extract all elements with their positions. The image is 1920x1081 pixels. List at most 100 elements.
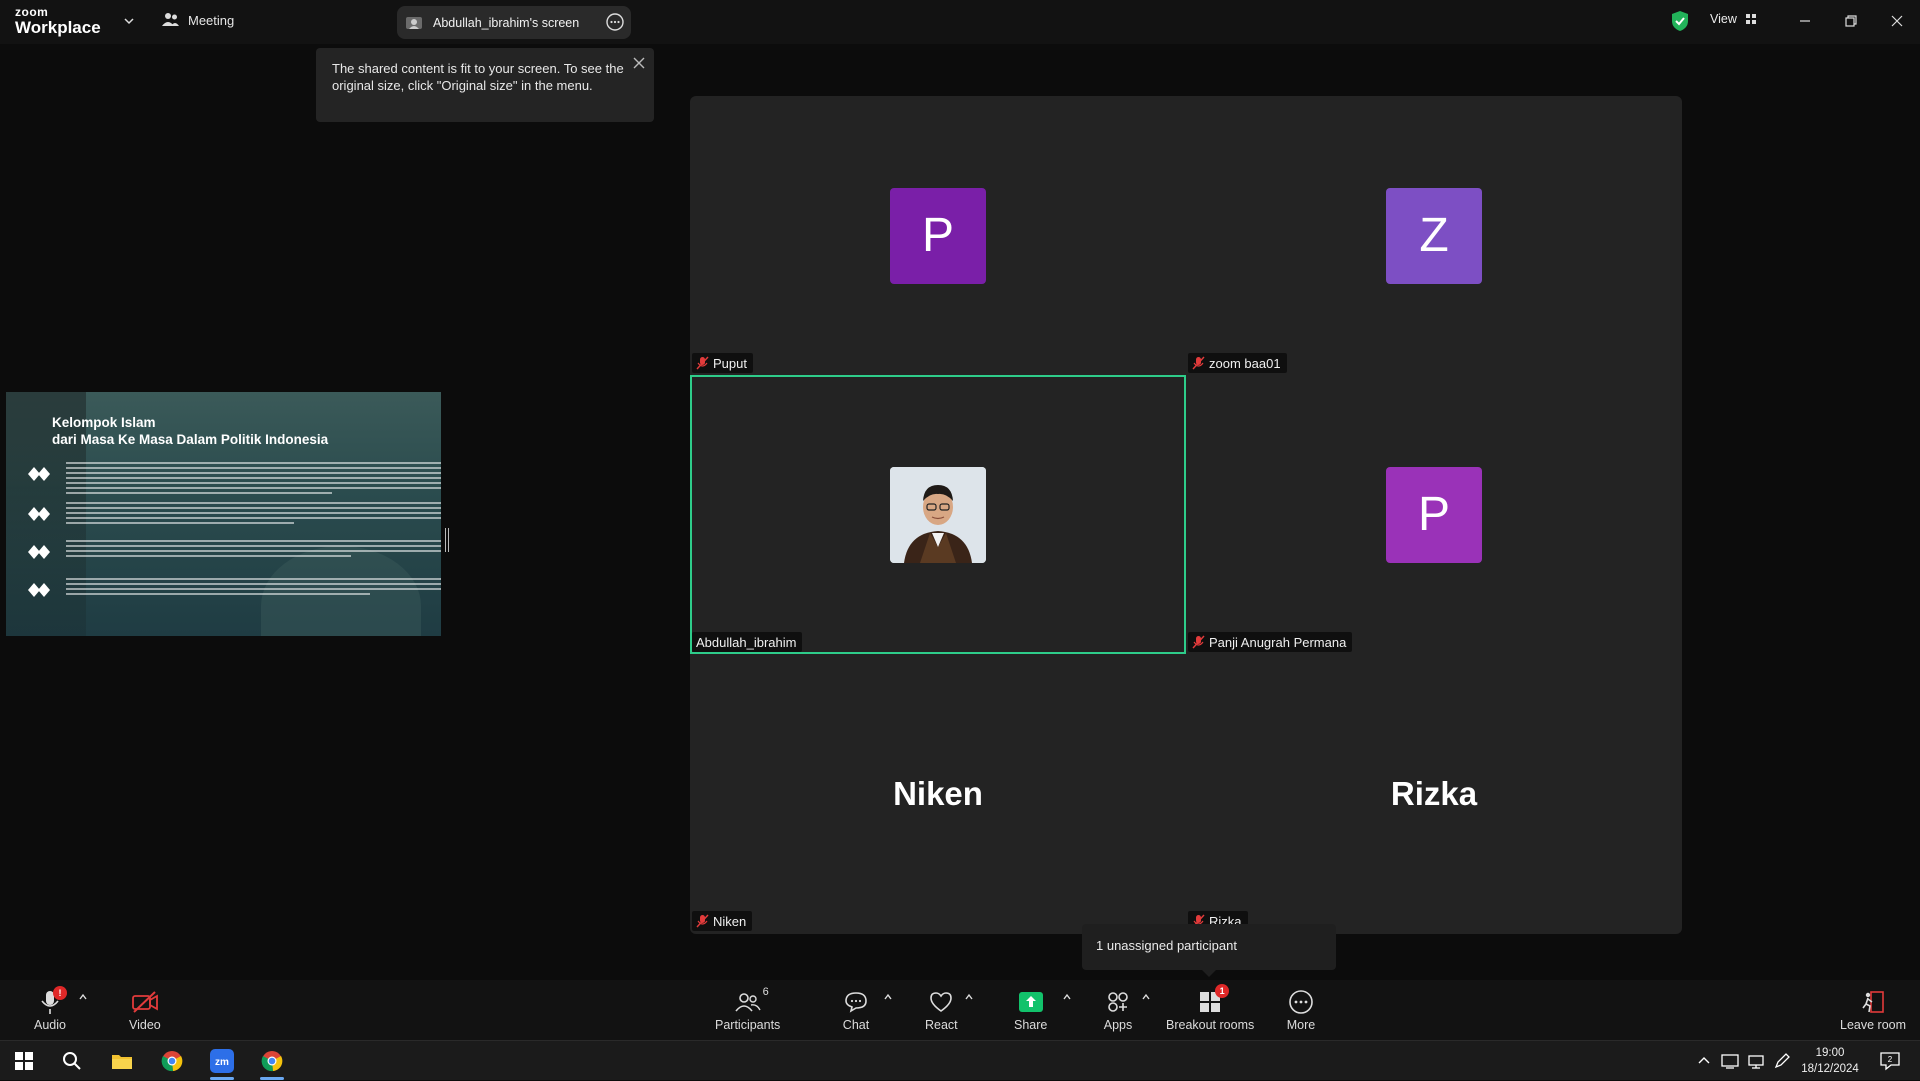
participant-tile-panji[interactable]: P Panji Anugrah Permana: [1186, 375, 1682, 654]
participant-name: Niken: [713, 913, 747, 929]
slide-bullet-text: [66, 540, 441, 560]
security-shield-icon[interactable]: [1670, 10, 1690, 32]
participant-name: zoom baa01: [1209, 355, 1281, 371]
leave-room-button[interactable]: Leave room: [1840, 988, 1906, 1032]
restore-icon[interactable]: [1840, 10, 1862, 32]
chevron-up-icon[interactable]: [883, 992, 893, 1002]
chevron-down-icon[interactable]: [122, 14, 136, 28]
close-window-icon[interactable]: [1886, 10, 1908, 32]
fit-to-screen-tooltip: The shared content is fit to your screen…: [316, 48, 654, 122]
slide-bullet: [20, 578, 441, 608]
audio-label: Audio: [34, 1018, 66, 1032]
chrome-button[interactable]: [148, 1041, 196, 1081]
screen-share-avatar-icon: [406, 16, 422, 29]
video-button[interactable]: Video: [129, 988, 161, 1032]
bullet-mark-icon: [28, 583, 50, 597]
breakout-rooms-button[interactable]: 1 Breakout rooms: [1166, 984, 1255, 1032]
windows-taskbar: zm 19:00 18/12/2024 2: [0, 1040, 1920, 1080]
slide-bullet-text: [66, 462, 441, 497]
notifications-button[interactable]: 2: [1866, 1041, 1914, 1081]
apps-icon: [1108, 992, 1128, 1012]
apps-label: Apps: [1103, 1018, 1133, 1032]
slide-bullet-text: [66, 502, 441, 527]
chrome-icon: [261, 1051, 283, 1072]
chat-button[interactable]: Chat: [841, 988, 871, 1032]
meeting-label: Meeting: [188, 12, 235, 28]
more-options-icon[interactable]: [605, 12, 625, 32]
pen-icon[interactable]: [1772, 1051, 1792, 1071]
view-label: View: [1710, 12, 1737, 26]
taskbar-clock[interactable]: 19:00 18/12/2024: [1790, 1045, 1870, 1077]
participants-icon: [735, 993, 761, 1012]
logo-big-text: Workplace: [15, 18, 101, 37]
slide-title-line2: dari Masa Ke Masa Dalam Politik Indonesi…: [52, 432, 329, 447]
meeting-toolbar: ! Audio Video 6 Participants Chat React: [0, 980, 1920, 1040]
participant-tile-niken[interactable]: Niken Niken: [690, 654, 1186, 933]
network-icon[interactable]: [1746, 1051, 1766, 1071]
react-button[interactable]: React: [925, 988, 958, 1032]
bullet-mark-icon: [28, 467, 50, 481]
view-menu[interactable]: View: [1710, 12, 1757, 26]
video-gallery: P Puput Z zoom baa01 Abdullah_ibrahim P …: [690, 96, 1682, 934]
participant-tile-zoom-baa01[interactable]: Z zoom baa01: [1186, 96, 1682, 375]
share-screen-icon: [1018, 992, 1043, 1012]
start-button[interactable]: [0, 1041, 48, 1081]
more-button[interactable]: More: [1286, 988, 1316, 1032]
breakout-label: Breakout rooms: [1166, 1018, 1255, 1032]
chrome-icon: [161, 1051, 183, 1072]
meeting-menu[interactable]: Meeting: [162, 12, 234, 28]
slide-bullet: [20, 462, 441, 494]
shared-screen-content[interactable]: Kelompok Islam dari Masa Ke Masa Dalam P…: [6, 392, 441, 636]
participant-name: Panji Anugrah Permana: [1209, 634, 1347, 650]
file-explorer-button[interactable]: [98, 1041, 146, 1081]
chevron-up-icon[interactable]: [78, 992, 88, 1002]
avatar: P: [1386, 466, 1482, 563]
chevron-up-icon[interactable]: [1694, 1051, 1714, 1071]
chrome-profile-button[interactable]: [248, 1041, 296, 1081]
bullet-mark-icon: [28, 545, 50, 559]
chevron-up-icon[interactable]: [1062, 992, 1072, 1002]
participant-name: Puput: [713, 355, 747, 371]
slide-bullet: [20, 502, 441, 532]
chevron-up-icon[interactable]: [1141, 992, 1151, 1002]
unassigned-participant-popup[interactable]: 1 unassigned participant: [1082, 924, 1336, 977]
shared-screen-label: Abdullah_ibrahim's screen: [433, 15, 580, 30]
close-icon[interactable]: [632, 56, 646, 70]
search-button[interactable]: [48, 1041, 96, 1081]
split-view-resize-handle[interactable]: [445, 528, 449, 552]
avatar: P: [890, 187, 986, 284]
slide-title: Kelompok Islam dari Masa Ke Masa Dalam P…: [52, 414, 328, 448]
system-tray: [1694, 1041, 1792, 1081]
clock-date: 18/12/2024: [1801, 1063, 1859, 1075]
shared-screen-pill[interactable]: Abdullah_ibrahim's screen: [397, 6, 631, 39]
participant-name-label: zoom baa01: [1188, 353, 1287, 373]
participant-display-name: Rizka: [1390, 774, 1478, 812]
muted-mic-icon: [696, 914, 709, 928]
minimize-icon[interactable]: [1794, 10, 1816, 32]
zoom-taskbar-button[interactable]: zm: [198, 1041, 246, 1081]
participants-button[interactable]: 6 Participants: [715, 986, 781, 1032]
slide-title-line1: Kelompok Islam: [52, 415, 156, 430]
popup-text: 1 unassigned participant: [1096, 938, 1237, 953]
participant-tile-rizka[interactable]: Rizka Rizka: [1186, 654, 1682, 933]
participant-name-label: Niken: [692, 911, 753, 931]
bullet-mark-icon: [28, 507, 50, 521]
device-icon[interactable]: [1720, 1051, 1740, 1071]
muted-mic-icon: [1192, 635, 1205, 649]
heart-icon: [930, 992, 953, 1012]
chevron-up-icon[interactable]: [964, 992, 974, 1002]
participant-name: Abdullah_ibrahim: [696, 634, 797, 650]
notification-icon: 2: [1880, 1052, 1900, 1071]
zoom-logo[interactable]: zoom Workplace: [15, 6, 101, 36]
participant-tile-abdullah-ibrahim[interactable]: Abdullah_ibrahim: [690, 375, 1186, 654]
notification-count: 2: [1888, 1055, 1893, 1064]
more-label: More: [1286, 1018, 1316, 1032]
apps-button[interactable]: Apps: [1103, 988, 1133, 1032]
share-button[interactable]: Share: [1014, 988, 1047, 1032]
tooltip-text: The shared content is fit to your screen…: [332, 61, 624, 93]
participants-count: 6: [762, 986, 769, 998]
audio-button[interactable]: ! Audio: [34, 986, 67, 1032]
search-icon: [63, 1052, 81, 1070]
participant-tile-puput[interactable]: P Puput: [690, 96, 1186, 375]
participants-label: Participants: [715, 1018, 781, 1032]
